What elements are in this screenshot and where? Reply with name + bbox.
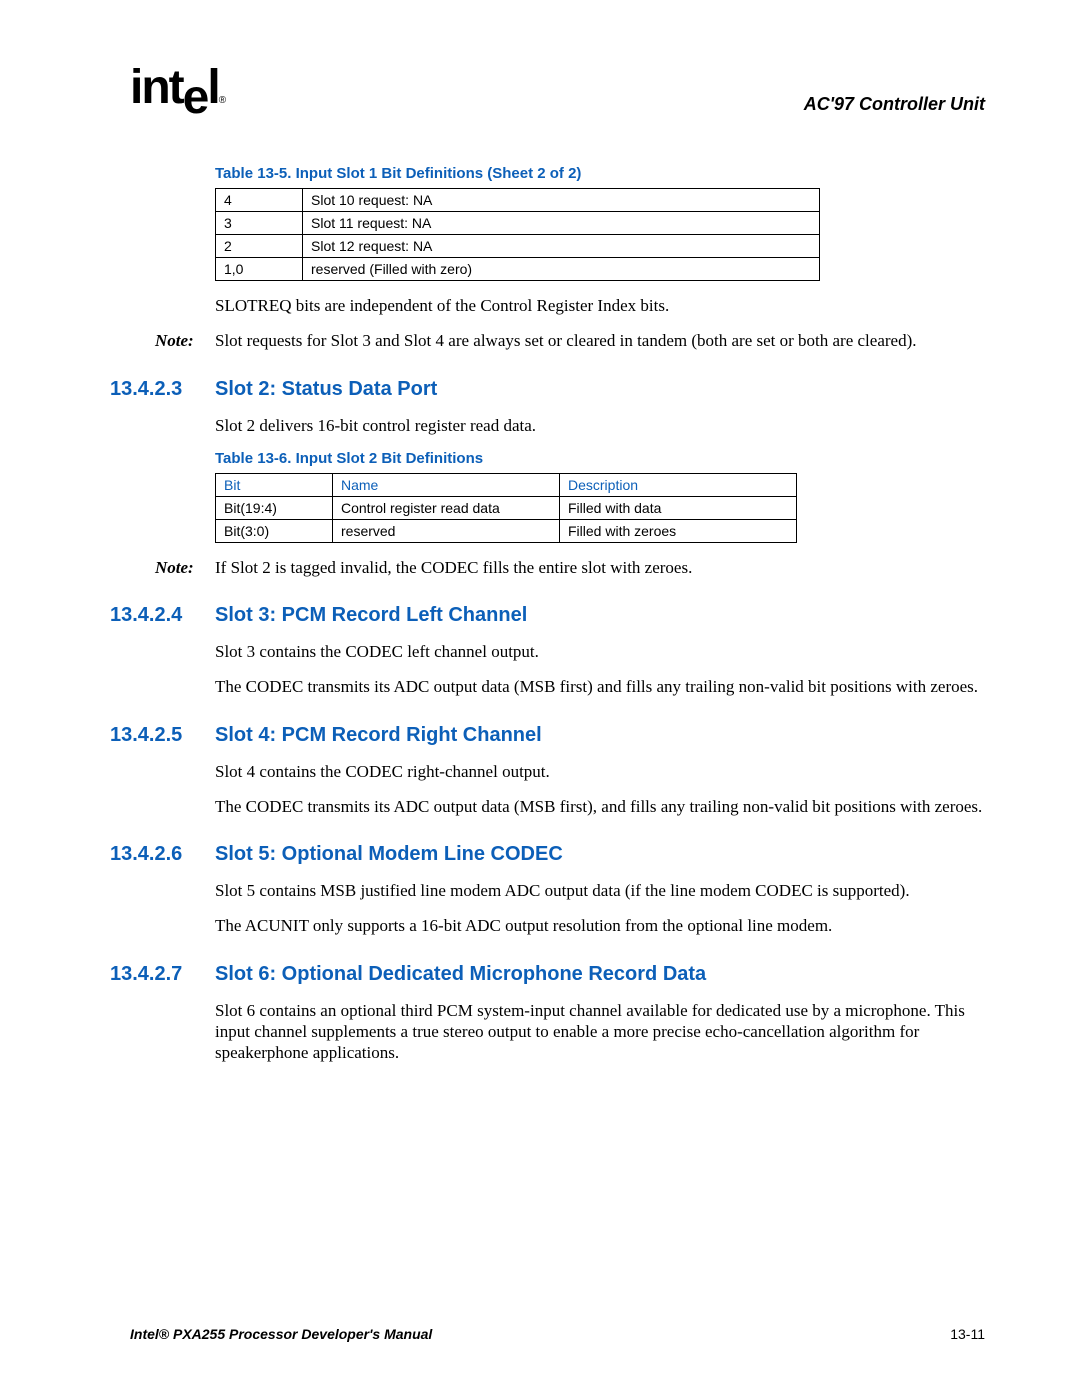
table-13-6: Bit Name Description Bit(19:4) Control r…	[215, 473, 797, 543]
paragraph: SLOTREQ bits are independent of the Cont…	[215, 295, 985, 316]
footer-manual-title: Intel® PXA255 Processor Developer's Manu…	[130, 1326, 432, 1342]
paragraph: The ACUNIT only supports a 16-bit ADC ou…	[215, 915, 985, 936]
section-heading-13-4-2-3: 13.4.2.3 Slot 2: Status Data Port	[130, 378, 985, 401]
intel-logo: intel®	[130, 60, 224, 115]
paragraph: The CODEC transmits its ADC output data …	[215, 796, 985, 817]
note: Note: Slot requests for Slot 3 and Slot …	[155, 330, 985, 351]
page-footer: Intel® PXA255 Processor Developer's Manu…	[130, 1326, 985, 1342]
section-heading-13-4-2-7: 13.4.2.7 Slot 6: Optional Dedicated Micr…	[130, 963, 985, 986]
table-13-6-caption: Table 13-6. Input Slot 2 Bit Definitions	[130, 450, 985, 467]
page-header: intel® AC'97 Controller Unit	[130, 60, 985, 115]
table-row: Bit(19:4) Control register read data Fil…	[216, 496, 797, 519]
table-row: 1,0reserved (Filled with zero)	[216, 258, 820, 281]
note: Note: If Slot 2 is tagged invalid, the C…	[155, 557, 985, 578]
table-header-row: Bit Name Description	[216, 473, 797, 496]
page-number: 13-11	[950, 1326, 985, 1342]
note-label: Note:	[155, 330, 215, 351]
paragraph: Slot 6 contains an optional third PCM sy…	[215, 1000, 985, 1064]
section-heading-13-4-2-4: 13.4.2.4 Slot 3: PCM Record Left Channel	[130, 604, 985, 627]
table-13-5: 4Slot 10 request: NA 3Slot 11 request: N…	[215, 188, 820, 281]
table-13-5-caption: Table 13-5. Input Slot 1 Bit Definitions…	[130, 165, 985, 182]
table-row: Bit(3:0) reserved Filled with zeroes	[216, 519, 797, 542]
paragraph: Slot 3 contains the CODEC left channel o…	[215, 641, 985, 662]
paragraph: Slot 2 delivers 16-bit control register …	[215, 415, 985, 436]
table-row: 2Slot 12 request: NA	[216, 235, 820, 258]
chapter-title: AC'97 Controller Unit	[804, 94, 985, 115]
note-text: Slot requests for Slot 3 and Slot 4 are …	[215, 330, 917, 351]
paragraph: Slot 4 contains the CODEC right-channel …	[215, 761, 985, 782]
table-row: 4Slot 10 request: NA	[216, 189, 820, 212]
section-heading-13-4-2-6: 13.4.2.6 Slot 5: Optional Modem Line COD…	[130, 843, 985, 866]
note-text: If Slot 2 is tagged invalid, the CODEC f…	[215, 557, 692, 578]
paragraph: Slot 5 contains MSB justified line modem…	[215, 880, 985, 901]
section-heading-13-4-2-5: 13.4.2.5 Slot 4: PCM Record Right Channe…	[130, 724, 985, 747]
note-label: Note:	[155, 557, 215, 578]
table-row: 3Slot 11 request: NA	[216, 212, 820, 235]
paragraph: The CODEC transmits its ADC output data …	[215, 676, 985, 697]
